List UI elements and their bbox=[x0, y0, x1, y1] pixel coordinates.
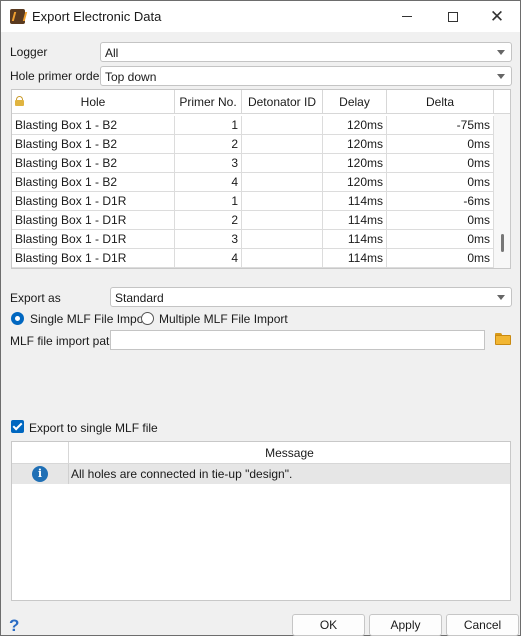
hole-cell: Blasting Box 1 - B2 bbox=[12, 173, 175, 192]
delay-cell: 114ms bbox=[323, 230, 387, 249]
grid-header: Hole Primer No. Detonator ID Delay Delta bbox=[12, 90, 510, 114]
logger-select[interactable]: All bbox=[100, 42, 512, 62]
delay-cell: 114ms bbox=[323, 192, 387, 211]
delay-cell: 120ms bbox=[323, 135, 387, 154]
export-as-select[interactable]: Standard bbox=[110, 287, 512, 307]
delta-cell: 0ms bbox=[387, 154, 494, 173]
primer-grid: Hole Primer No. Detonator ID Delay Delta… bbox=[11, 89, 511, 269]
delta-cell: -6ms bbox=[387, 192, 494, 211]
hole-primer-order-value: Top down bbox=[105, 70, 157, 84]
detonator-id-cell bbox=[242, 230, 323, 249]
title-bar: Export Electronic Data ✕ bbox=[1, 1, 520, 32]
close-button[interactable]: ✕ bbox=[474, 1, 520, 32]
scrollbar-thumb[interactable] bbox=[501, 234, 504, 252]
column-header-delay[interactable]: Delay bbox=[323, 90, 387, 114]
mlf-path-input[interactable] bbox=[110, 330, 485, 350]
delay-cell: 120ms bbox=[323, 116, 387, 135]
delta-cell: 0ms bbox=[387, 230, 494, 249]
primer-no-cell: 4 bbox=[175, 249, 242, 268]
multiple-mlf-label[interactable]: Multiple MLF File Import bbox=[159, 312, 288, 326]
message-row[interactable]: i All holes are connected in tie-up "des… bbox=[12, 464, 510, 484]
maximize-icon bbox=[448, 11, 458, 22]
hole-cell: Blasting Box 1 - D1R bbox=[12, 211, 175, 230]
detonator-id-cell bbox=[242, 211, 323, 230]
column-header-delta[interactable]: Delta bbox=[387, 90, 494, 114]
delay-cell: 120ms bbox=[323, 154, 387, 173]
message-text: All holes are connected in tie-up "desig… bbox=[71, 467, 293, 481]
lock-icon bbox=[15, 96, 24, 106]
primer-no-cell: 3 bbox=[175, 154, 242, 173]
message-grid: Message i All holes are connected in tie… bbox=[11, 441, 511, 601]
hole-cell: Blasting Box 1 - B2 bbox=[12, 116, 175, 135]
chevron-down-icon bbox=[497, 50, 505, 55]
table-row[interactable]: Blasting Box 1 - B2 3 120ms 0ms bbox=[12, 154, 494, 173]
close-icon: ✕ bbox=[489, 7, 505, 26]
hole-cell: Blasting Box 1 - B2 bbox=[12, 154, 175, 173]
info-icon: i bbox=[32, 466, 48, 482]
column-header-detonator-id[interactable]: Detonator ID bbox=[242, 90, 323, 114]
single-mlf-label[interactable]: Single MLF File Import bbox=[30, 312, 151, 326]
primer-no-cell: 1 bbox=[175, 192, 242, 211]
primer-no-cell: 2 bbox=[175, 135, 242, 154]
detonator-id-cell bbox=[242, 116, 323, 135]
hole-cell: Blasting Box 1 - D1R bbox=[12, 249, 175, 268]
delay-cell: 114ms bbox=[323, 211, 387, 230]
column-header-primer-no[interactable]: Primer No. bbox=[175, 90, 242, 114]
table-row[interactable]: Blasting Box 1 - D1R 2 114ms 0ms bbox=[12, 211, 494, 230]
detonator-id-cell bbox=[242, 154, 323, 173]
table-row[interactable]: Blasting Box 1 - D1R 3 114ms 0ms bbox=[12, 230, 494, 249]
hole-primer-order-select[interactable]: Top down bbox=[100, 66, 512, 86]
export-electronic-data-dialog: Export Electronic Data ✕ Logger All Hole… bbox=[0, 0, 521, 636]
table-row[interactable]: Blasting Box 1 - B2 2 120ms 0ms bbox=[12, 135, 494, 154]
mlf-path-label: MLF file import path bbox=[10, 334, 117, 348]
delta-cell: -75ms bbox=[387, 116, 494, 135]
delta-cell: 0ms bbox=[387, 211, 494, 230]
help-icon[interactable]: ? bbox=[9, 616, 19, 636]
message-header: Message bbox=[12, 442, 510, 464]
grid-scrollbar[interactable] bbox=[494, 114, 510, 268]
chevron-down-icon bbox=[497, 74, 505, 79]
delay-cell: 120ms bbox=[323, 173, 387, 192]
hole-cell: Blasting Box 1 - D1R bbox=[12, 230, 175, 249]
export-as-value: Standard bbox=[115, 291, 164, 305]
column-header-hole[interactable]: Hole bbox=[12, 90, 175, 114]
maximize-button[interactable] bbox=[430, 1, 476, 32]
table-row[interactable]: Blasting Box 1 - D1R 1 114ms -6ms bbox=[12, 192, 494, 211]
chevron-down-icon bbox=[497, 295, 505, 300]
table-row[interactable]: Blasting Box 1 - B2 1 120ms -75ms bbox=[12, 116, 494, 135]
primer-no-cell: 2 bbox=[175, 211, 242, 230]
logger-value: All bbox=[105, 46, 119, 60]
delta-cell: 0ms bbox=[387, 249, 494, 268]
detonator-id-cell bbox=[242, 135, 323, 154]
hole-cell: Blasting Box 1 - D1R bbox=[12, 192, 175, 211]
ok-button[interactable]: OK bbox=[292, 614, 365, 636]
table-row[interactable]: Blasting Box 1 - B2 4 120ms 0ms bbox=[12, 173, 494, 192]
delta-cell: 0ms bbox=[387, 173, 494, 192]
primer-no-cell: 4 bbox=[175, 173, 242, 192]
multiple-mlf-radio[interactable] bbox=[141, 312, 154, 325]
export-single-label[interactable]: Export to single MLF file bbox=[29, 421, 158, 435]
cancel-button[interactable]: Cancel bbox=[446, 614, 519, 636]
detonator-id-cell bbox=[242, 249, 323, 268]
minimize-icon bbox=[402, 16, 412, 17]
table-row[interactable]: Blasting Box 1 - D1R 4 114ms 0ms bbox=[12, 249, 494, 268]
delta-cell: 0ms bbox=[387, 135, 494, 154]
window-title: Export Electronic Data bbox=[32, 9, 162, 24]
export-as-label: Export as bbox=[10, 291, 61, 305]
apply-button[interactable]: Apply bbox=[369, 614, 442, 636]
app-logo-icon bbox=[10, 9, 25, 24]
hole-primer-order-label: Hole primer order bbox=[10, 69, 104, 83]
logger-label: Logger bbox=[10, 45, 48, 59]
minimize-button[interactable] bbox=[384, 1, 430, 32]
folder-browse-icon[interactable] bbox=[495, 333, 511, 345]
export-single-checkbox[interactable] bbox=[11, 420, 24, 433]
primer-no-cell: 3 bbox=[175, 230, 242, 249]
delay-cell: 114ms bbox=[323, 249, 387, 268]
column-header-message[interactable]: Message bbox=[69, 442, 510, 464]
primer-no-cell: 1 bbox=[175, 116, 242, 135]
single-mlf-radio[interactable] bbox=[11, 312, 24, 325]
detonator-id-cell bbox=[242, 192, 323, 211]
hole-cell: Blasting Box 1 - B2 bbox=[12, 135, 175, 154]
detonator-id-cell bbox=[242, 173, 323, 192]
